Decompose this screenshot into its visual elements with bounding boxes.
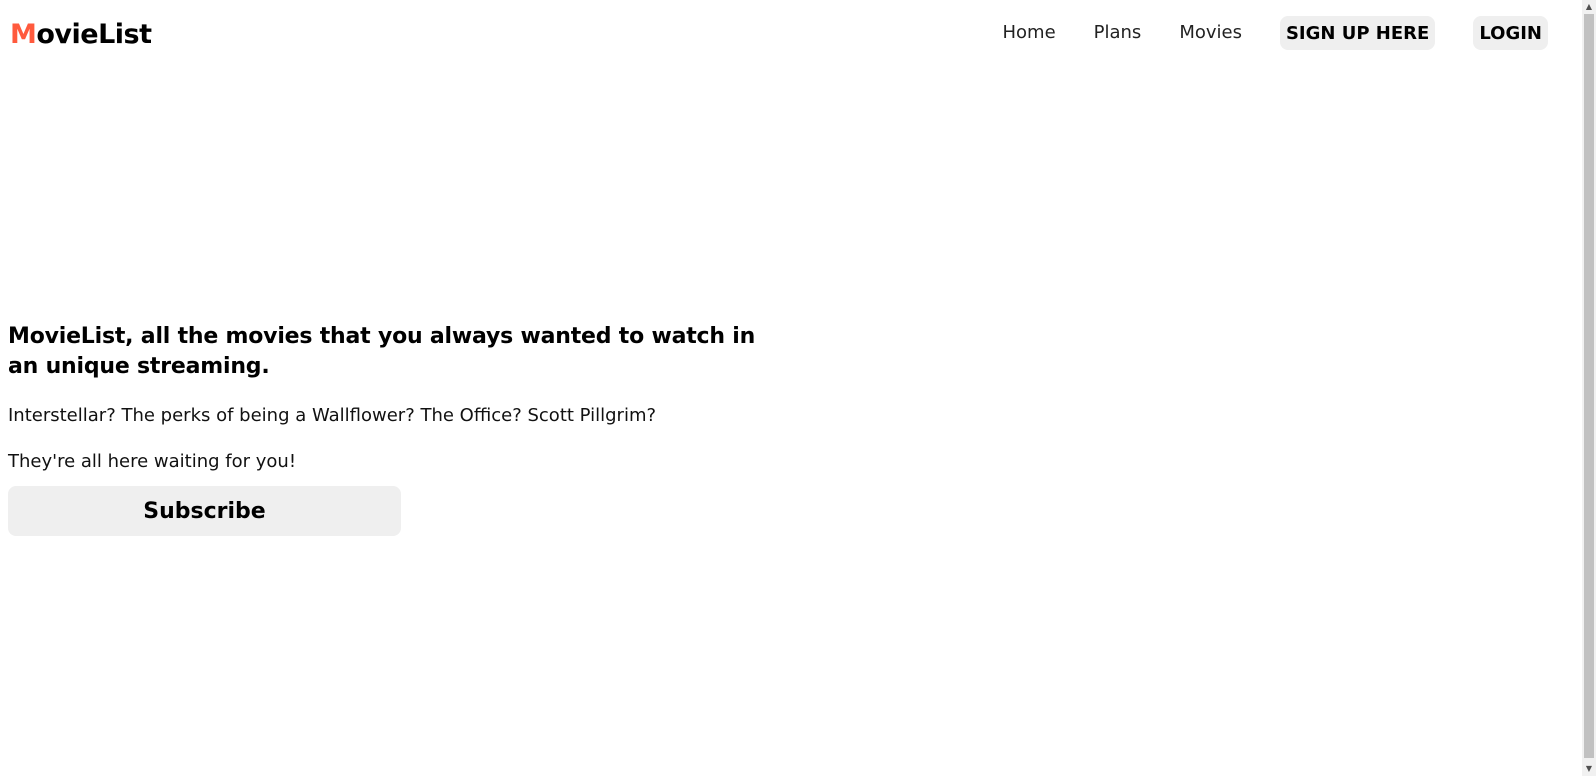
nav-link-home[interactable]: Home [1002,16,1055,50]
scroll-up-arrow-icon[interactable]: ▲ [1582,0,1596,14]
sign-up-button[interactable]: SIGN UP HERE [1279,16,1436,50]
subscribe-button[interactable]: Subscribe [8,486,401,536]
vertical-scrollbar[interactable]: ▲ ▼ [1582,0,1596,776]
logo[interactable]: MovieList [10,18,152,52]
hero-section: MovieList, all the movies that you alway… [8,322,768,536]
nav-links: Home Plans Movies SIGN UP HERE LOGIN [1002,16,1548,50]
logo-first-letter: M [10,19,37,50]
hero-tagline: They're all here waiting for you! [8,451,297,472]
navbar: MovieList Home Plans Movies SIGN UP HERE… [0,0,1582,70]
logo-rest: ovieList [36,19,152,50]
page: MovieList Home Plans Movies SIGN UP HERE… [0,0,1582,776]
nav-link-movies[interactable]: Movies [1179,16,1242,50]
hero-movie-examples: Interstellar? The perks of being a Wallf… [8,405,657,426]
hero-title: MovieList, all the movies that you alway… [8,324,756,379]
login-button[interactable]: LOGIN [1473,16,1548,50]
scrollbar-thumb[interactable] [1584,14,1594,758]
scroll-down-arrow-icon[interactable]: ▼ [1582,762,1596,776]
nav-link-plans[interactable]: Plans [1094,16,1142,50]
